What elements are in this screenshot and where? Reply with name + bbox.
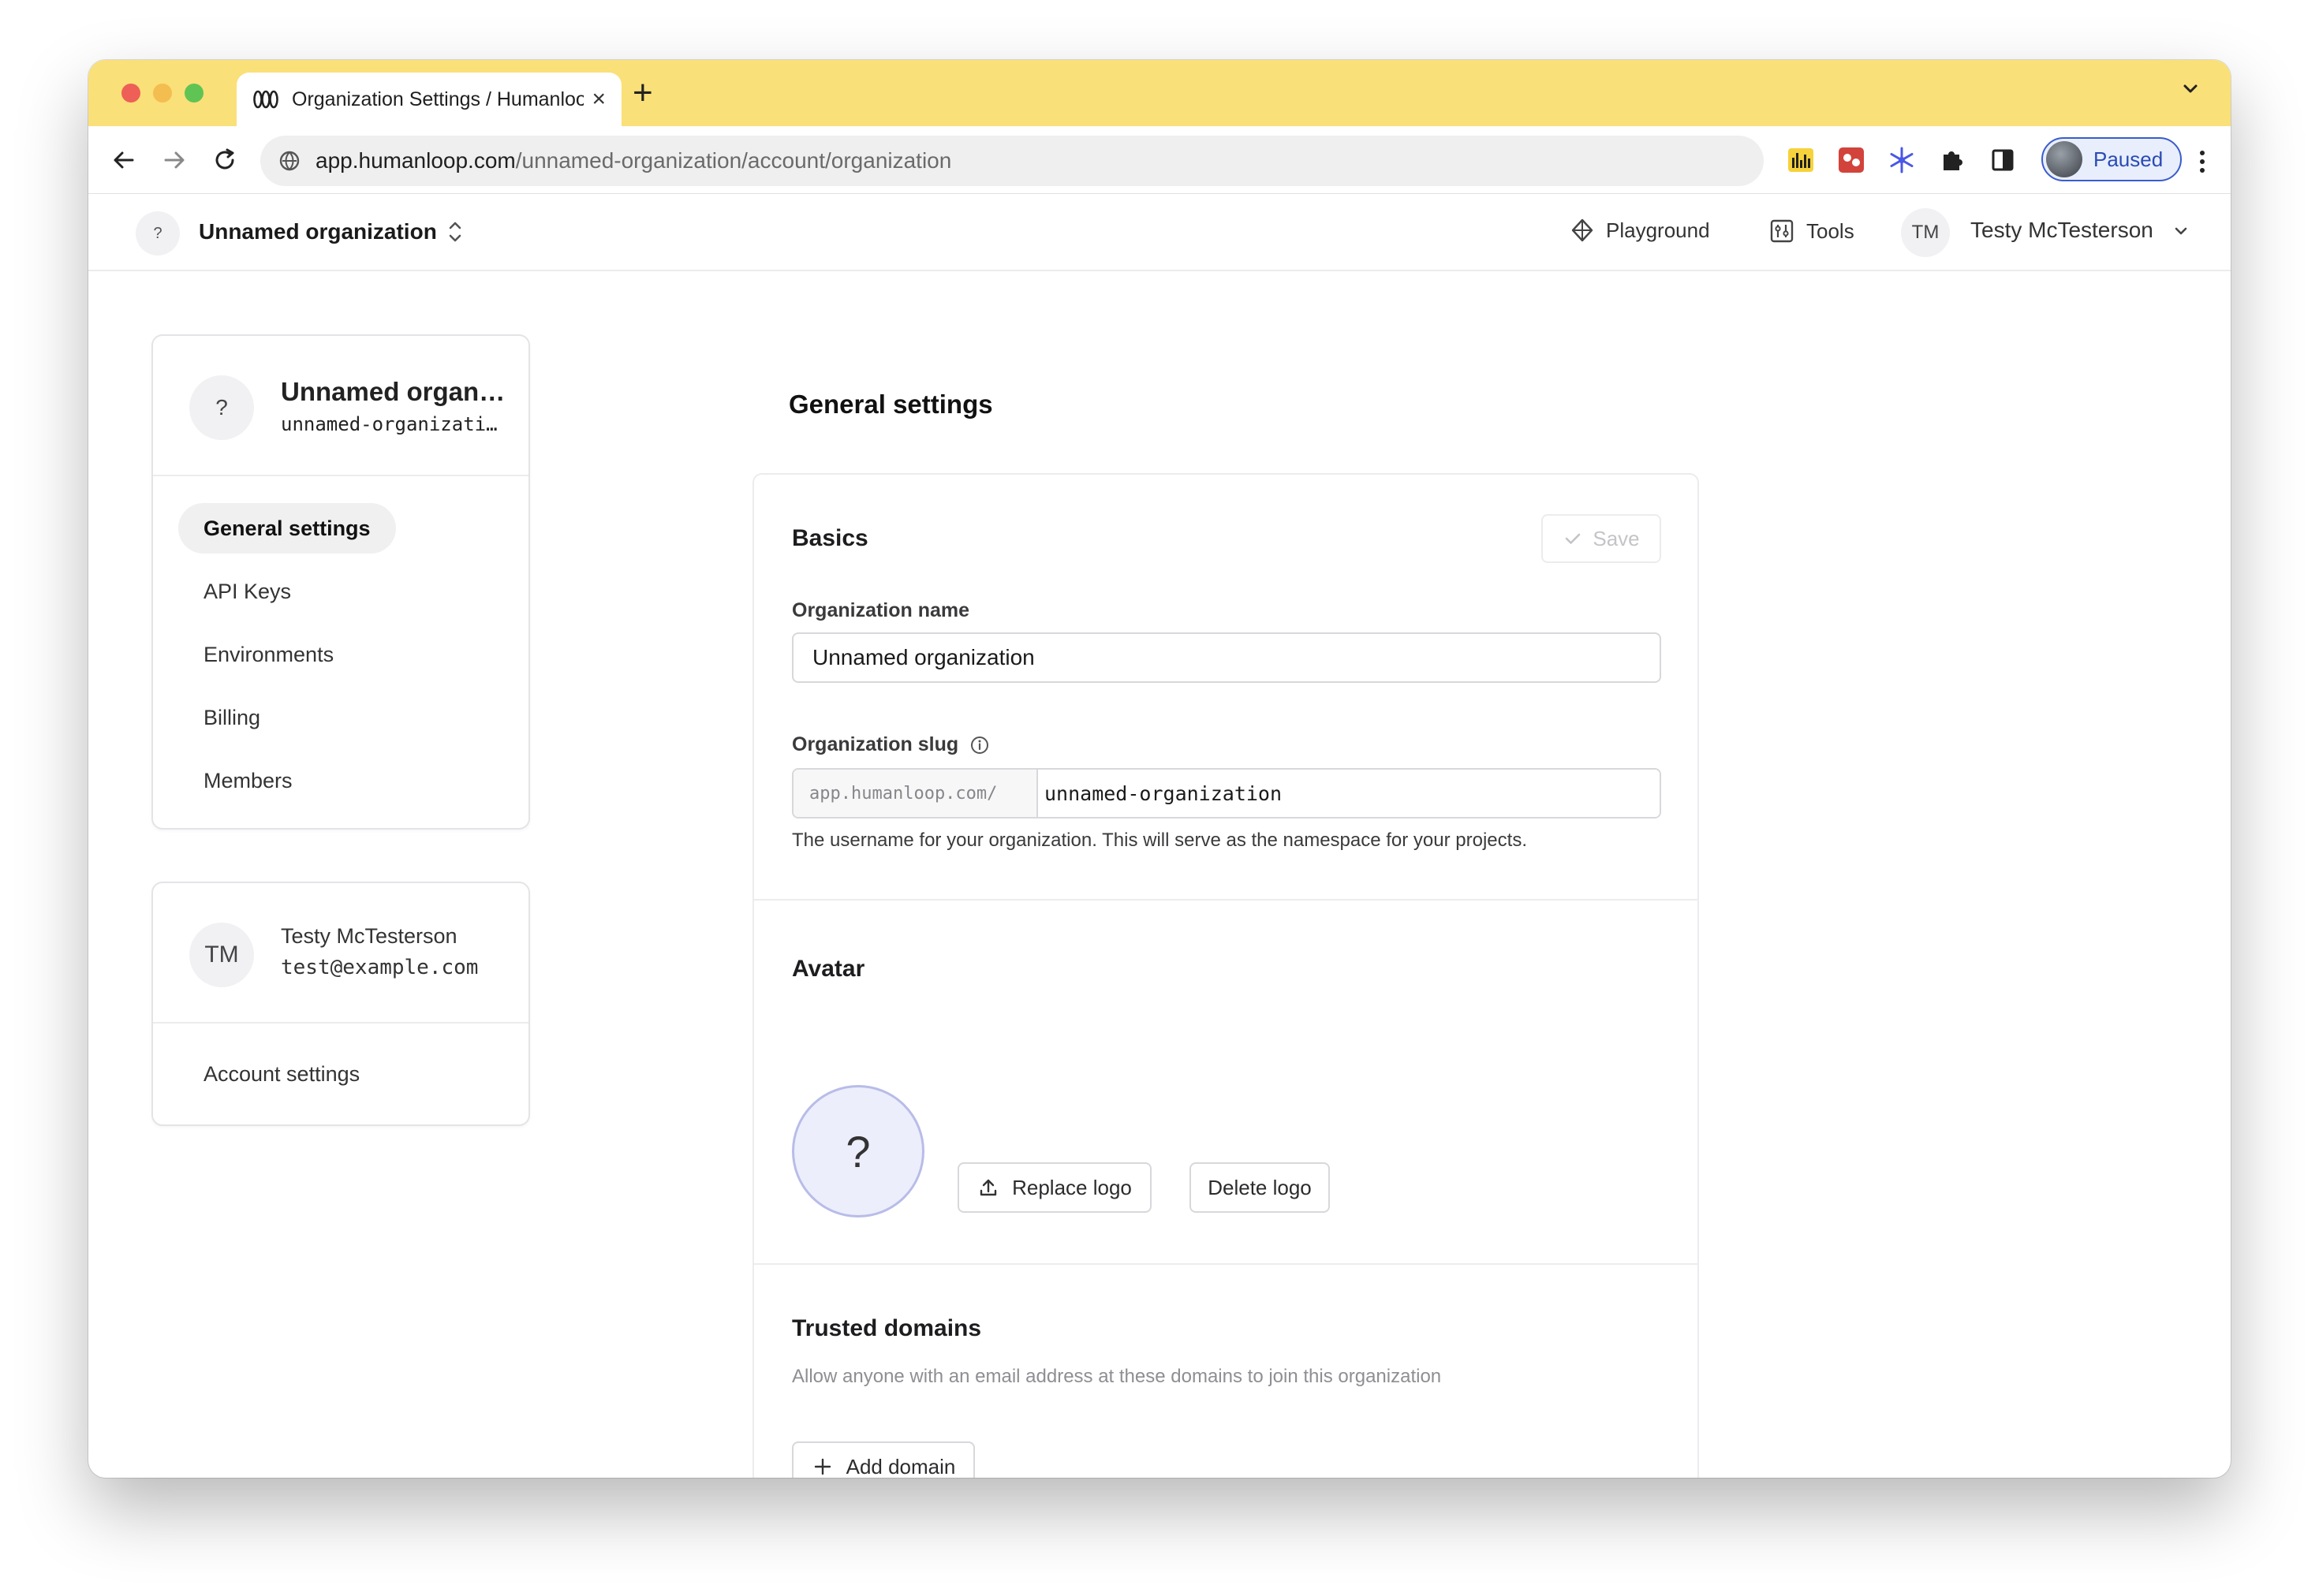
- chevron-up-down-icon[interactable]: [445, 218, 465, 250]
- browser-menu-icon[interactable]: [2198, 148, 2207, 179]
- divider: [153, 1022, 528, 1024]
- org-slug-input[interactable]: [1038, 770, 1660, 817]
- reload-icon[interactable]: [210, 145, 240, 175]
- tools-link[interactable]: Tools: [1768, 218, 1854, 244]
- plus-icon: [814, 1458, 831, 1475]
- tab-bar: Organization Settings / Humanloop × +: [88, 60, 2231, 126]
- save-label: Save: [1593, 526, 1640, 550]
- user-card-avatar: TM: [189, 923, 254, 987]
- snowflake-extension-icon[interactable]: [1887, 145, 1917, 175]
- browser-tab-active[interactable]: Organization Settings / Humanloop ×: [237, 73, 622, 126]
- address-bar[interactable]: app.humanloop.com /unnamed-organization/…: [260, 136, 1764, 186]
- upload-icon: [980, 1179, 997, 1196]
- tab-close-icon[interactable]: ×: [592, 88, 606, 111]
- maximize-window-button[interactable]: [185, 84, 204, 103]
- playground-icon: [1571, 218, 1593, 242]
- site-info-icon[interactable]: [278, 149, 301, 173]
- delete-logo-button[interactable]: Delete logo: [1189, 1162, 1330, 1213]
- org-name-label: Organization name: [792, 599, 970, 621]
- info-icon[interactable]: [969, 735, 990, 755]
- trusted-domains-heading: Trusted domains: [792, 1315, 982, 1341]
- minimize-window-button[interactable]: [153, 84, 172, 103]
- tools-label: Tools: [1806, 218, 1854, 243]
- playground-link[interactable]: Playground: [1570, 218, 1710, 243]
- org-card-slug: unnamed-organization: [281, 413, 502, 435]
- url-host: app.humanloop.com: [316, 148, 516, 173]
- app-header: ? Unnamed organization Playground Tools …: [88, 194, 2231, 271]
- user-settings-nav-card: TM Testy McTesterson test@example.com Ac…: [151, 882, 530, 1126]
- profile-photo: [2046, 141, 2082, 177]
- basics-heading: Basics: [792, 525, 868, 551]
- check-icon: [1566, 533, 1581, 544]
- org-card-avatar: ?: [189, 375, 254, 440]
- slug-help-text: The username for your organization. This…: [792, 830, 1527, 851]
- sidebar-item-account-settings[interactable]: Account settings: [178, 1049, 385, 1099]
- user-menu-name[interactable]: Testy McTesterson: [1970, 218, 2153, 243]
- org-avatar[interactable]: ?: [136, 211, 180, 255]
- add-domain-label: Add domain: [846, 1454, 956, 1479]
- sidebar-item-members[interactable]: Members: [178, 755, 318, 806]
- sidebar-item-environments[interactable]: Environments: [178, 629, 359, 680]
- url-path: /unnamed-organization/account/organizati…: [515, 148, 952, 173]
- avatar-heading: Avatar: [792, 956, 865, 982]
- tab-search-chevron-icon[interactable]: [2179, 77, 2202, 105]
- add-domain-button[interactable]: Add domain: [792, 1441, 975, 1478]
- close-window-button[interactable]: [121, 84, 140, 103]
- humanloop-logo-icon: [252, 88, 281, 111]
- org-card-title: Unnamed organization: [281, 377, 510, 406]
- tools-icon: [1770, 219, 1794, 243]
- divider: [153, 475, 528, 476]
- sidebar-item-api-keys[interactable]: API Keys: [178, 566, 316, 617]
- sidebar-item-general-settings[interactable]: General settings: [178, 503, 396, 554]
- user-avatar[interactable]: TM: [1901, 208, 1950, 257]
- tab-title: Organization Settings / Humanloop: [292, 88, 584, 110]
- org-logo-preview: ?: [792, 1085, 924, 1218]
- org-name-input[interactable]: [792, 632, 1661, 683]
- profile-status-label: Paused: [2093, 147, 2164, 171]
- back-arrow-icon[interactable]: [109, 145, 139, 175]
- forward-arrow-icon[interactable]: [159, 145, 189, 175]
- chevron-down-icon[interactable]: [2171, 221, 2191, 245]
- org-slug-label-row: Organization slug: [792, 733, 990, 756]
- red-extension-icon[interactable]: [1836, 145, 1866, 175]
- page-title: General settings: [789, 390, 993, 419]
- side-panel-icon[interactable]: [1988, 145, 2018, 175]
- save-button[interactable]: Save: [1541, 514, 1661, 563]
- org-settings-nav-card: ? Unnamed organization unnamed-organizat…: [151, 334, 530, 830]
- trusted-domains-description: Allow anyone with an email address at th…: [792, 1366, 1442, 1387]
- divider: [754, 899, 1697, 901]
- sidebar-item-billing[interactable]: Billing: [178, 692, 286, 743]
- browser-toolbar: app.humanloop.com /unnamed-organization/…: [88, 126, 2231, 194]
- browser-window: Organization Settings / Humanloop × + ap…: [88, 60, 2231, 1478]
- org-slug-label: Organization slug: [792, 733, 959, 755]
- puzzle-piece-icon[interactable]: [1937, 145, 1967, 175]
- settings-panel: Basics Save Organization name Organizati…: [752, 473, 1699, 1478]
- divider: [754, 1263, 1697, 1265]
- replace-logo-label: Replace logo: [1012, 1175, 1132, 1199]
- new-tab-button[interactable]: +: [633, 76, 653, 110]
- org-switcher-name[interactable]: Unnamed organization: [199, 219, 437, 244]
- org-slug-field: app.humanloop.com/: [792, 768, 1661, 819]
- profile-button[interactable]: Paused: [2041, 137, 2182, 181]
- playground-label: Playground: [1606, 218, 1710, 242]
- slug-prefix: app.humanloop.com/: [794, 770, 1038, 817]
- user-card-name: Testy McTesterson: [281, 924, 457, 948]
- user-card-email: test@example.com: [281, 956, 479, 979]
- replace-logo-button[interactable]: Replace logo: [958, 1162, 1152, 1213]
- bar-chart-extension-icon[interactable]: [1786, 145, 1816, 175]
